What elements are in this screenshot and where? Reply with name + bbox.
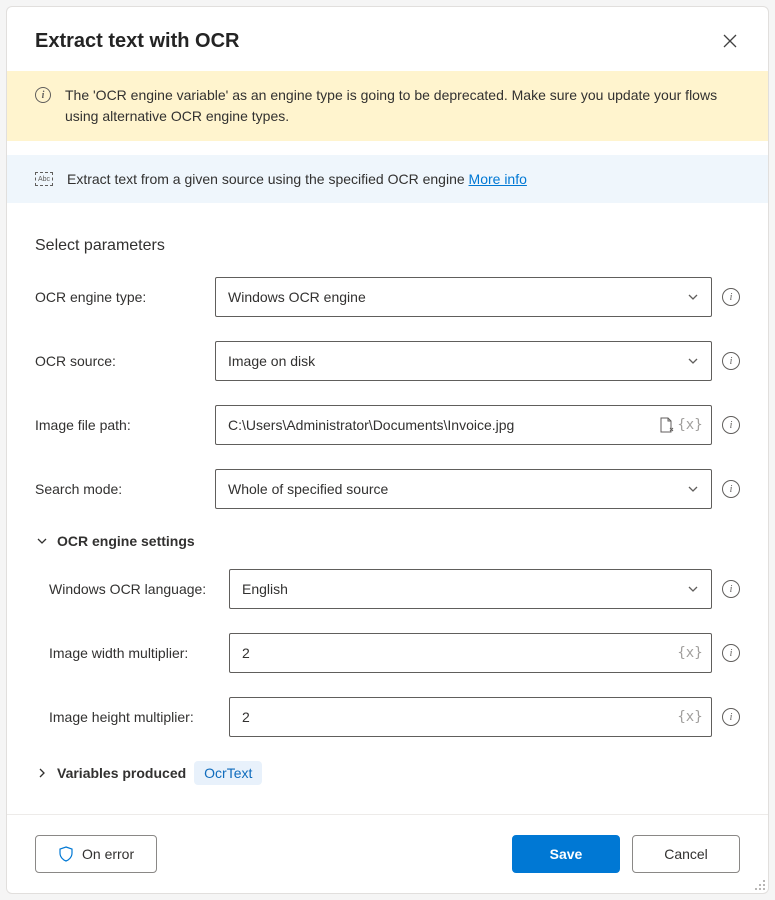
variable-tag[interactable]: OcrText — [194, 761, 262, 785]
variable-picker-icon[interactable]: {x} — [681, 416, 699, 434]
field-width-mult: Image width multiplier: {x} i — [35, 633, 740, 673]
field-file-path: Image file path: {x} i — [35, 405, 740, 445]
engine-settings-label: OCR engine settings — [57, 533, 195, 549]
width-mult-input[interactable] — [242, 645, 681, 661]
variable-picker-icon[interactable]: {x} — [681, 708, 699, 726]
file-path-input-wrap: {x} — [215, 405, 712, 445]
variable-picker-icon[interactable]: {x} — [681, 644, 699, 662]
on-error-button[interactable]: On error — [35, 835, 157, 873]
chevron-down-icon — [687, 483, 699, 495]
save-label: Save — [550, 846, 583, 862]
variables-toggle[interactable]: Variables produced OcrText — [35, 761, 740, 785]
info-icon: i — [35, 87, 51, 103]
chevron-down-icon — [687, 291, 699, 303]
height-mult-input-wrap: {x} — [229, 697, 712, 737]
engine-settings-group: Windows OCR language: English i Image wi… — [35, 569, 740, 737]
help-icon[interactable]: i — [722, 644, 740, 662]
ocr-icon: Abc — [35, 172, 53, 186]
chevron-down-icon — [687, 583, 699, 595]
shield-icon — [58, 846, 74, 862]
width-mult-label: Image width multiplier: — [35, 645, 217, 661]
cancel-button[interactable]: Cancel — [632, 835, 740, 873]
cancel-label: Cancel — [664, 846, 708, 862]
dialog-header: Extract text with OCR — [7, 7, 768, 71]
field-search-mode: Search mode: Whole of specified source i — [35, 469, 740, 509]
file-picker-icon[interactable] — [657, 416, 675, 434]
language-label: Windows OCR language: — [35, 581, 217, 597]
save-button[interactable]: Save — [512, 835, 620, 873]
file-path-label: Image file path: — [35, 417, 203, 433]
field-engine-type: OCR engine type: Windows OCR engine i — [35, 277, 740, 317]
ocr-dialog: Extract text with OCR i The 'OCR engine … — [6, 6, 769, 894]
close-icon — [723, 34, 737, 48]
chevron-right-icon — [35, 766, 49, 780]
variables-label: Variables produced — [57, 765, 186, 781]
help-icon[interactable]: i — [722, 580, 740, 598]
height-mult-input[interactable] — [242, 709, 681, 725]
search-mode-label: Search mode: — [35, 481, 203, 497]
engine-type-value: Windows OCR engine — [228, 289, 366, 305]
search-mode-select[interactable]: Whole of specified source — [215, 469, 712, 509]
chevron-down-icon — [687, 355, 699, 367]
field-height-mult: Image height multiplier: {x} i — [35, 697, 740, 737]
description-body: Extract text from a given source using t… — [67, 171, 469, 187]
search-mode-value: Whole of specified source — [228, 481, 388, 497]
source-label: OCR source: — [35, 353, 203, 369]
help-icon[interactable]: i — [722, 288, 740, 306]
resize-grip-icon[interactable] — [752, 877, 766, 891]
description-banner: Abc Extract text from a given source usi… — [7, 155, 768, 203]
chevron-down-icon — [35, 534, 49, 548]
more-info-link[interactable]: More info — [469, 171, 527, 187]
engine-type-label: OCR engine type: — [35, 289, 203, 305]
engine-settings-toggle[interactable]: OCR engine settings — [35, 533, 740, 549]
dialog-body: Select parameters OCR engine type: Windo… — [7, 203, 768, 814]
help-icon[interactable]: i — [722, 416, 740, 434]
section-title: Select parameters — [35, 237, 740, 255]
help-icon[interactable]: i — [722, 708, 740, 726]
dialog-title: Extract text with OCR — [35, 30, 239, 53]
deprecation-warning: i The 'OCR engine variable' as an engine… — [7, 71, 768, 141]
on-error-label: On error — [82, 846, 134, 862]
help-icon[interactable]: i — [722, 352, 740, 370]
field-language: Windows OCR language: English i — [35, 569, 740, 609]
close-button[interactable] — [716, 27, 744, 55]
field-source: OCR source: Image on disk i — [35, 341, 740, 381]
source-select[interactable]: Image on disk — [215, 341, 712, 381]
language-value: English — [242, 581, 288, 597]
description-text: Extract text from a given source using t… — [67, 171, 527, 187]
engine-type-select[interactable]: Windows OCR engine — [215, 277, 712, 317]
warning-text: The 'OCR engine variable' as an engine t… — [65, 85, 740, 127]
language-select[interactable]: English — [229, 569, 712, 609]
source-value: Image on disk — [228, 353, 315, 369]
file-path-input[interactable] — [228, 417, 657, 433]
dialog-footer: On error Save Cancel — [7, 814, 768, 893]
height-mult-label: Image height multiplier: — [35, 709, 217, 725]
width-mult-input-wrap: {x} — [229, 633, 712, 673]
help-icon[interactable]: i — [722, 480, 740, 498]
